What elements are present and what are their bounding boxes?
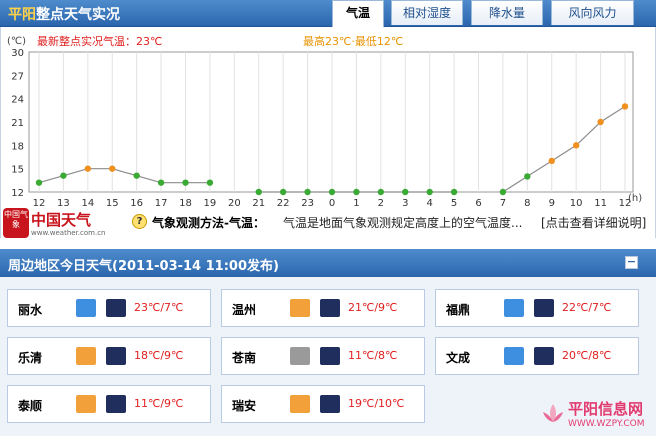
tab-precipitation[interactable]: 降水量 <box>471 0 543 25</box>
watermark-title: 平阳信息网 <box>568 400 644 418</box>
city-grid: 丽水 23℃/7℃ 温州 21℃/9℃ 福鼎 22℃/7℃ 乐清 18℃/9℃ … <box>0 277 656 436</box>
y-tick-label: 27 <box>11 71 24 82</box>
data-point <box>597 118 604 126</box>
city-temp: 22℃/7℃ <box>562 301 612 314</box>
city-name: 温州 <box>232 303 257 317</box>
city-card: 温州 21℃/9℃ <box>221 289 425 327</box>
chart-panel: (℃) 最新整点实况气温：23℃ 最高23℃·最低12℃ 12 15 18 21 24 2… <box>0 27 656 235</box>
data-point <box>402 188 409 196</box>
city-name: 丽水 <box>18 303 43 317</box>
city-card: 苍南 11℃/8℃ <box>221 337 425 375</box>
city-name: 乐清 <box>18 351 43 365</box>
cloud-rain-icon <box>504 347 524 365</box>
info-label: 气象观测方法-气温： <box>152 216 265 230</box>
city-card: 乐清 18℃/9℃ <box>7 337 211 375</box>
city-temp: 11℃/8℃ <box>348 349 398 362</box>
city-temp: 21℃/9℃ <box>348 301 398 314</box>
data-point <box>35 179 43 186</box>
tab-humidity[interactable]: 相对湿度 <box>391 0 463 25</box>
x-unit-label: (h) <box>628 193 643 204</box>
title-rest: 整点天气实况 <box>36 7 120 23</box>
data-point <box>499 188 507 196</box>
y-tick-label: 18 <box>11 141 24 152</box>
data-point <box>377 188 385 196</box>
city-temp: 23℃/7℃ <box>134 301 184 314</box>
temperature-chart: 1215182124273012 13 14 15 16 17 18 19 20 21 22 23 0 1… <box>11 48 634 207</box>
city-card: 丽水 23℃/7℃ <box>7 289 211 327</box>
info-strip: 中国气象 中国天气 www.weather.com.cn ? 气象观测方法-气温… <box>0 206 656 238</box>
city-temp: 18℃/9℃ <box>134 349 184 362</box>
data-point <box>328 188 336 196</box>
data-point <box>279 188 287 196</box>
details-link[interactable]: [点击查看详细说明] <box>541 214 646 231</box>
tab-wind[interactable]: 风向风力 <box>551 0 634 25</box>
data-point <box>353 188 360 196</box>
logo-url: www.weather.com.cn <box>31 229 106 237</box>
info-text: 气温是地面气象观测规定高度上的空气温度... <box>283 216 523 230</box>
site-watermark: 平阳信息网 WWW.WZPY.COM <box>540 398 652 434</box>
night-rain-icon <box>534 347 554 365</box>
cloud-sun-icon <box>290 395 310 413</box>
title-city: 平阳 <box>8 7 36 23</box>
forecast-title: 周边地区今日天气(2011-03-14 11:00发布) <box>8 259 279 274</box>
data-point <box>524 173 531 180</box>
y-tick-label: 30 <box>11 48 24 59</box>
night-rain-icon <box>320 299 340 317</box>
city-name: 瑞安 <box>232 399 257 413</box>
city-card: 瑞安 19℃/10℃ <box>221 385 425 423</box>
tab-temperature[interactable]: 气温 <box>332 0 384 27</box>
night-rain-icon <box>106 395 126 413</box>
night-rain-icon <box>320 395 340 413</box>
forecast-header: 周边地区今日天气(2011-03-14 11:00发布) − <box>0 249 656 277</box>
city-name: 苍南 <box>232 351 257 365</box>
logo-name: 中国天气 <box>31 211 92 229</box>
night-rain-icon <box>320 347 340 365</box>
data-point <box>426 188 433 196</box>
city-temp: 19℃/10℃ <box>348 397 405 410</box>
city-card: 泰顺 11℃/9℃ <box>7 385 211 423</box>
data-point <box>157 179 165 186</box>
data-point <box>304 188 311 196</box>
data-point <box>255 188 262 196</box>
y-tick-label: 24 <box>11 95 24 106</box>
y-tick-label: 21 <box>11 118 24 129</box>
city-name: 文成 <box>446 351 471 365</box>
cloud-sun-icon <box>76 347 96 365</box>
data-point <box>450 188 458 196</box>
overcast-icon <box>290 347 310 365</box>
question-icon: ? <box>132 214 147 229</box>
lotus-icon <box>543 404 563 422</box>
cloud-rain-icon <box>76 299 96 317</box>
night-rain-icon <box>106 299 126 317</box>
cloud-rain-icon <box>504 299 524 317</box>
data-point <box>572 142 580 149</box>
data-point <box>182 179 189 186</box>
watermark-url: WWW.WZPY.COM <box>568 419 645 429</box>
data-point <box>621 103 629 110</box>
city-temp: 11℃/9℃ <box>134 397 184 410</box>
city-name: 福鼎 <box>446 303 471 317</box>
city-temp: 20℃/8℃ <box>562 349 612 362</box>
data-point <box>206 179 214 186</box>
city-name: 泰顺 <box>18 399 43 413</box>
data-point <box>109 165 116 172</box>
data-point <box>133 172 140 179</box>
cloud-sun-icon <box>290 299 310 317</box>
data-point <box>60 172 67 179</box>
city-card: 福鼎 22℃/7℃ <box>435 289 639 327</box>
header-bar: 平阳整点天气实况 气温 相对湿度 降水量 风向风力 <box>0 0 656 27</box>
logo-seal: 中国气象 <box>3 208 29 238</box>
weather-logo: 中国气象 中国天气 www.weather.com.cn <box>3 208 106 238</box>
cloud-sun-icon <box>76 395 96 413</box>
y-tick-label: 12 <box>11 188 24 199</box>
data-point <box>84 165 92 172</box>
page-title: 平阳整点天气实况 <box>8 4 120 24</box>
data-point <box>548 157 555 165</box>
collapse-button[interactable]: − <box>625 256 638 269</box>
city-card: 文成 20℃/8℃ <box>435 337 639 375</box>
y-tick-label: 15 <box>11 165 24 176</box>
night-rain-icon <box>534 299 554 317</box>
night-rain-icon <box>106 347 126 365</box>
